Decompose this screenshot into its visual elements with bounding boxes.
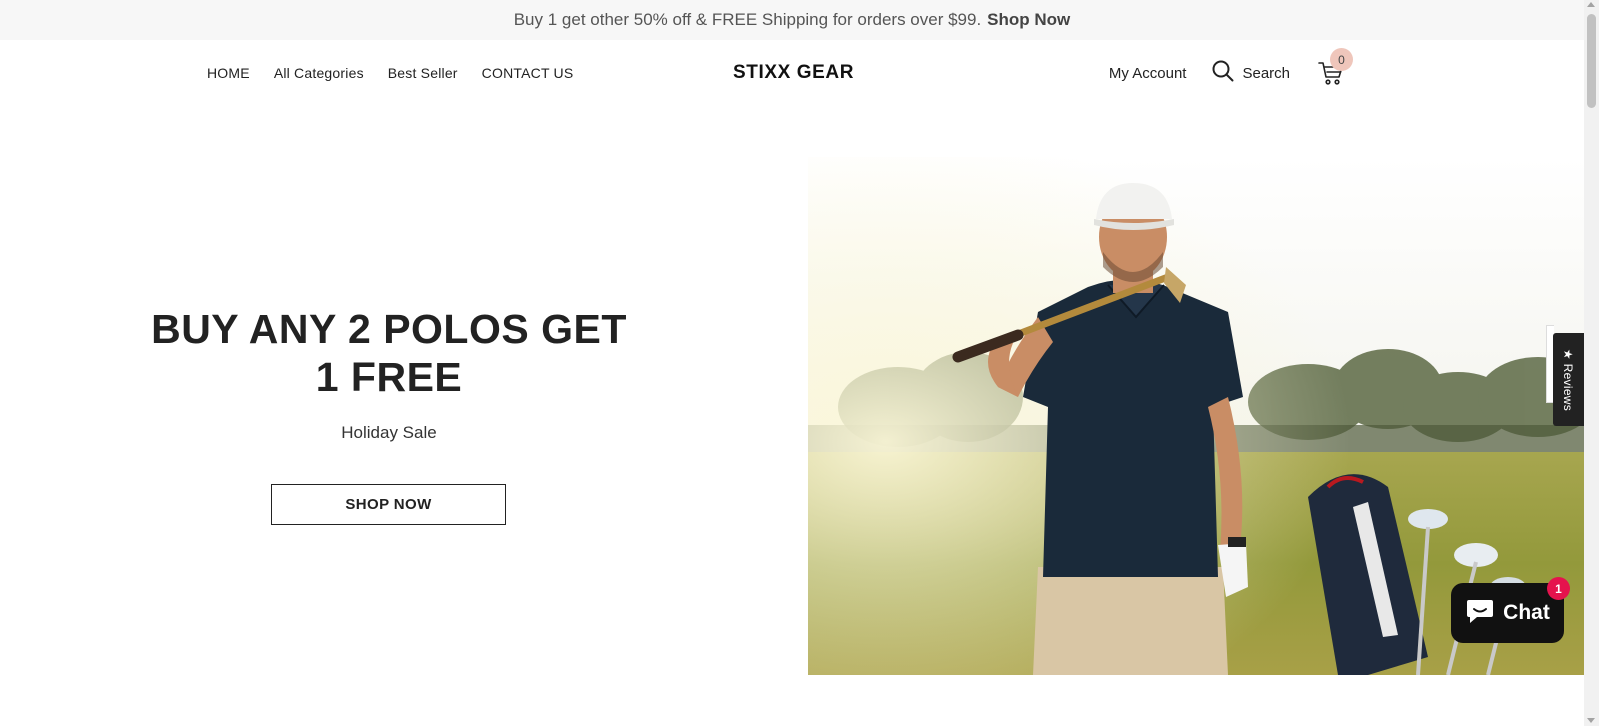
hero-subtitle: Holiday Sale (341, 423, 437, 442)
hero-title-line-2: 1 FREE (315, 354, 463, 400)
site-logo[interactable]: STIXX GEAR (733, 40, 854, 106)
search-label: Search (1242, 64, 1290, 82)
chat-label: Chat (1503, 601, 1550, 624)
scrollbar-thumb[interactable] (1587, 14, 1596, 108)
cart-icon (1318, 62, 1344, 90)
reviews-side-tab[interactable]: ★ Reviews (1553, 333, 1584, 426)
cart-count-badge: 0 (1330, 48, 1353, 71)
search-button[interactable]: Search (1212, 60, 1290, 87)
header-actions: My Account Search 0 (1109, 40, 1353, 106)
nav-item-all-categories[interactable]: All Categories (274, 65, 364, 81)
my-account-link[interactable]: My Account (1109, 65, 1187, 82)
hero-title-line-1: BUY ANY 2 POLOS GET (151, 306, 627, 352)
scroll-up-arrow-icon[interactable] (1587, 2, 1595, 7)
chat-notification-badge: 1 (1547, 577, 1570, 600)
scroll-down-arrow-icon[interactable] (1587, 718, 1595, 723)
hero-shop-now-button[interactable]: SHOP NOW (271, 484, 506, 525)
announcement-text: Buy 1 get other 50% off & FREE Shipping … (513, 10, 982, 29)
chat-bubble-icon (1465, 597, 1495, 630)
nav-item-best-seller[interactable]: Best Seller (388, 65, 458, 81)
page-scrollbar[interactable] (1584, 0, 1599, 726)
announcement-shop-now-link[interactable]: Shop Now (987, 10, 1070, 30)
hero-title: BUY ANY 2 POLOS GET 1 FREE (150, 305, 628, 401)
hero-text-block: BUY ANY 2 POLOS GET 1 FREE Holiday Sale (150, 305, 628, 443)
nav-item-contact-us[interactable]: CONTACT US (482, 65, 574, 81)
site-header: HOME All Categories Best Seller CONTACT … (0, 40, 1584, 106)
reviews-tab-label: ★ Reviews (1561, 348, 1576, 411)
nav-item-home[interactable]: HOME (207, 65, 250, 81)
search-icon (1212, 60, 1234, 87)
announcement-bar: Buy 1 get other 50% off & FREE Shipping … (0, 0, 1584, 40)
cart-button[interactable]: 0 (1318, 48, 1353, 86)
main-nav: HOME All Categories Best Seller CONTACT … (207, 40, 573, 106)
